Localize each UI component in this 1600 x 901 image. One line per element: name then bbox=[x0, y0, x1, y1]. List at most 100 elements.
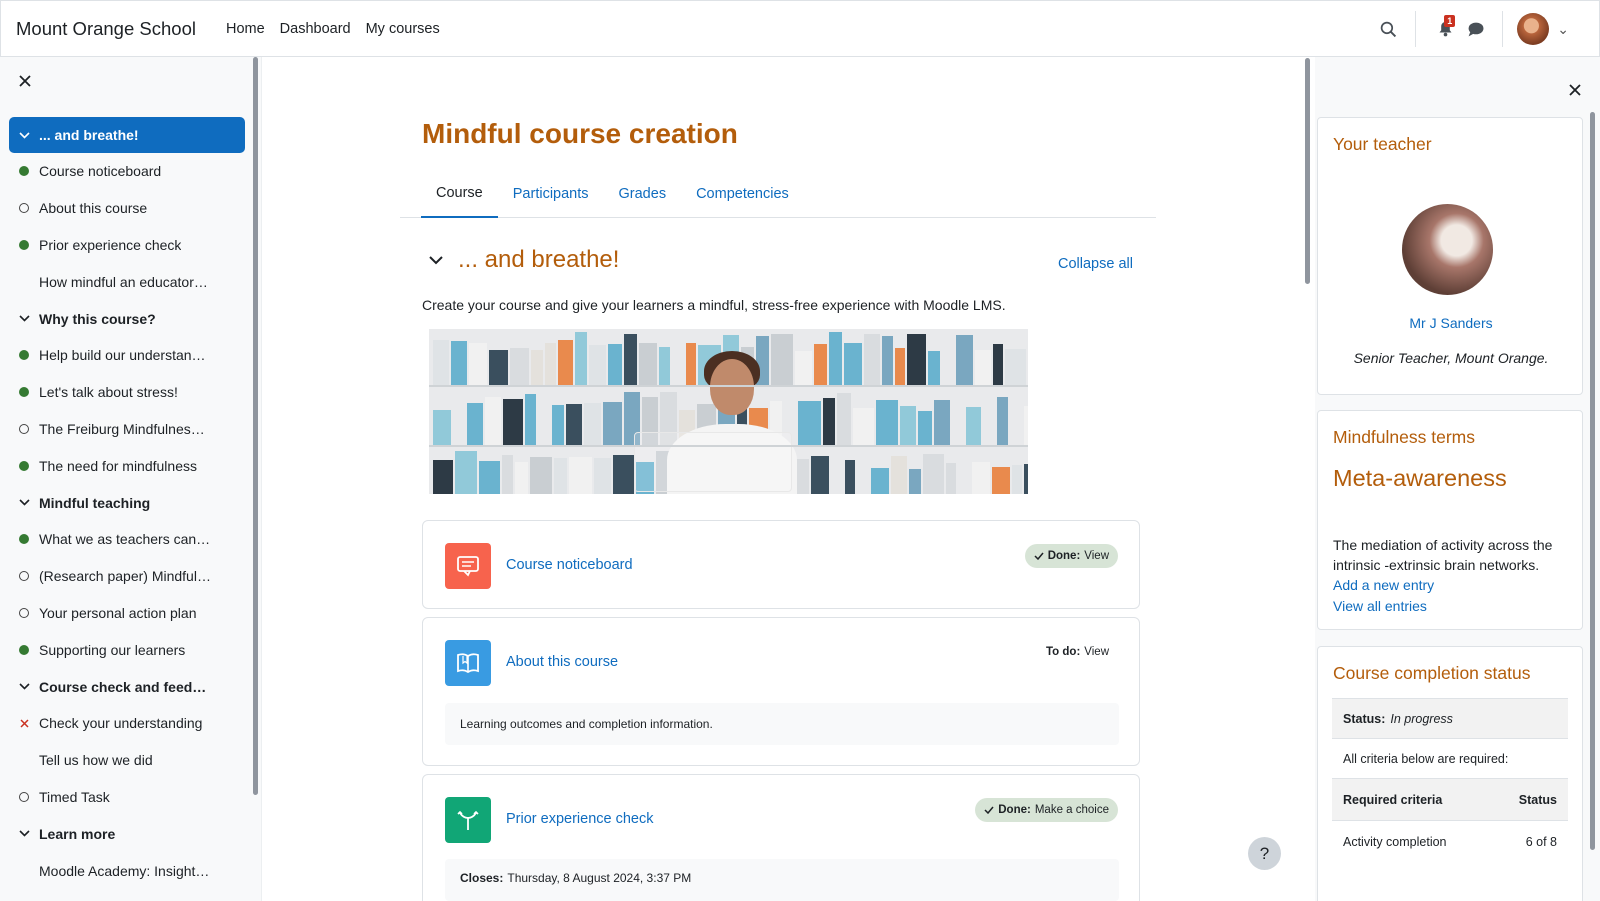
chevron-down-icon[interactable] bbox=[9, 683, 39, 690]
search-button[interactable] bbox=[1373, 14, 1403, 44]
banner-book bbox=[823, 398, 835, 445]
site-name[interactable]: Mount Orange School bbox=[16, 18, 196, 40]
completion-status-badge[interactable]: To do: View bbox=[1037, 640, 1118, 664]
chevron-down-icon[interactable] bbox=[9, 315, 39, 322]
messages-button[interactable] bbox=[1460, 14, 1490, 44]
noticeboard-activity-icon[interactable] bbox=[445, 543, 491, 589]
banner-book bbox=[975, 350, 991, 385]
completion-status-badge[interactable]: Done: Make a choice bbox=[975, 798, 1118, 822]
book-activity-icon[interactable] bbox=[445, 640, 491, 686]
course-index-item[interactable]: Moodle Academy: Insight… bbox=[9, 852, 245, 889]
banner-book bbox=[545, 343, 556, 385]
section-title[interactable]: ... and breathe! bbox=[458, 246, 619, 274]
page-title: Mindful course creation bbox=[422, 118, 738, 149]
banner-book bbox=[907, 334, 926, 385]
criteria-status: 6 of 8 bbox=[1525, 834, 1557, 849]
chevron-down-icon[interactable] bbox=[9, 131, 39, 139]
course-index-item[interactable]: (Research paper) Mindful… bbox=[9, 558, 245, 595]
activity-dates: Closes: Thursday, 8 August 2024, 3:37 PM bbox=[445, 859, 1119, 901]
course-index-scrollbar[interactable] bbox=[253, 57, 258, 795]
close-course-index-button[interactable] bbox=[17, 73, 33, 89]
course-index-item[interactable]: Prior experience check bbox=[9, 227, 245, 264]
course-index-label: Moodle Academy: Insight… bbox=[39, 862, 210, 879]
user-avatar[interactable] bbox=[1517, 13, 1550, 45]
banner-book bbox=[966, 407, 981, 445]
incomplete-circle-icon bbox=[9, 203, 39, 214]
banner-book bbox=[624, 334, 637, 385]
view-all-entries-link[interactable]: View all entries bbox=[1333, 598, 1427, 614]
section-summary: Create your course and give your learner… bbox=[422, 297, 1006, 313]
block-drawer-scrollbar[interactable] bbox=[1590, 112, 1595, 850]
chevron-down-icon[interactable] bbox=[9, 830, 39, 837]
activity-card: About this course To do: View Learning o… bbox=[422, 617, 1140, 766]
banner-book bbox=[469, 343, 487, 385]
help-button[interactable]: ? bbox=[1248, 837, 1281, 870]
banner-book bbox=[1024, 464, 1028, 494]
course-index-label: Let's talk about stress! bbox=[39, 384, 178, 401]
tab-grades[interactable]: Grades bbox=[604, 170, 682, 218]
course-index-section[interactable]: ... and breathe! bbox=[9, 117, 245, 153]
course-index-item[interactable]: The need for mindfulness bbox=[9, 447, 245, 484]
banner-book bbox=[608, 344, 622, 385]
course-index-label: Course noticeboard bbox=[39, 163, 162, 180]
banner-book bbox=[451, 341, 467, 385]
tab-competencies[interactable]: Competencies bbox=[681, 170, 804, 218]
notifications-button[interactable]: 1 bbox=[1430, 14, 1460, 44]
course-index-section[interactable]: Course check and feed… bbox=[9, 668, 245, 705]
glossary-definition: The mediation of activity across the int… bbox=[1333, 537, 1553, 573]
course-index-label: The need for mindfulness bbox=[39, 457, 197, 474]
course-index-item[interactable]: The Freiburg Mindfulnes… bbox=[9, 411, 245, 448]
tab-course[interactable]: Course bbox=[421, 170, 498, 218]
close-icon bbox=[19, 75, 31, 87]
banner-book bbox=[531, 350, 543, 385]
activity-link-course-noticeboard[interactable]: Course noticeboard bbox=[506, 557, 633, 573]
criteria-table-header: Required criteria Status bbox=[1332, 778, 1568, 820]
course-index-item[interactable]: Tell us how we did bbox=[9, 742, 245, 779]
course-index-label: Tell us how we did bbox=[39, 752, 153, 769]
main-scrollbar[interactable] bbox=[1305, 58, 1310, 284]
nav-home[interactable]: Home bbox=[226, 21, 265, 37]
completion-status-badge[interactable]: Done: View bbox=[1024, 544, 1118, 568]
course-index-item[interactable]: Check your understanding bbox=[9, 705, 245, 742]
nav-my-courses[interactable]: My courses bbox=[366, 21, 440, 37]
search-icon bbox=[1380, 21, 1396, 37]
banner-laptop bbox=[634, 432, 792, 492]
banner-book bbox=[594, 458, 611, 494]
primary-navigation: Home Dashboard My courses bbox=[226, 21, 440, 37]
collapse-all-link[interactable]: Collapse all bbox=[1058, 256, 1133, 272]
course-index-section[interactable]: Why this course? bbox=[9, 300, 245, 337]
chevron-down-icon[interactable]: ⌄ bbox=[1557, 21, 1569, 38]
course-index-item[interactable]: How mindful an educator… bbox=[9, 263, 245, 300]
banner-book bbox=[814, 344, 827, 385]
chevron-down-icon[interactable] bbox=[428, 255, 444, 265]
banner-book bbox=[575, 332, 587, 385]
tab-participants[interactable]: Participants bbox=[498, 170, 604, 218]
course-index-item[interactable]: Help build our understan… bbox=[9, 337, 245, 374]
chevron-down-icon[interactable] bbox=[9, 499, 39, 506]
choice-activity-icon[interactable] bbox=[445, 797, 491, 843]
add-entry-link[interactable]: Add a new entry bbox=[1333, 577, 1434, 593]
course-index-item[interactable]: Course noticeboard bbox=[9, 153, 245, 190]
banner-book bbox=[433, 340, 449, 385]
activity-link-about-this-course[interactable]: About this course bbox=[506, 654, 618, 670]
close-block-drawer-button[interactable] bbox=[1567, 82, 1583, 98]
course-index-label: Help build our understan… bbox=[39, 347, 206, 364]
nav-dashboard[interactable]: Dashboard bbox=[280, 21, 351, 37]
course-index-section[interactable]: Learn more bbox=[9, 815, 245, 852]
banner-book bbox=[686, 343, 696, 385]
course-index-section[interactable]: Mindful teaching bbox=[9, 484, 245, 521]
course-index-item[interactable]: What we as teachers can… bbox=[9, 521, 245, 558]
course-index-item[interactable]: Your personal action plan bbox=[9, 595, 245, 632]
course-index-item[interactable]: Supporting our learners bbox=[9, 631, 245, 668]
completion-label: Done: bbox=[1047, 550, 1081, 562]
banner-book bbox=[853, 408, 874, 445]
course-index-item[interactable]: About this course bbox=[9, 190, 245, 227]
activity-description: Learning outcomes and completion informa… bbox=[445, 703, 1119, 745]
banner-person-face bbox=[710, 359, 754, 415]
activity-link-prior-experience-check[interactable]: Prior experience check bbox=[506, 811, 654, 827]
activity-card: Course noticeboard Done: View bbox=[422, 520, 1140, 609]
teacher-name-link[interactable]: Mr J Sanders bbox=[1318, 315, 1584, 331]
banner-book bbox=[639, 343, 657, 385]
course-index-item[interactable]: Let's talk about stress! bbox=[9, 374, 245, 411]
course-index-item[interactable]: Timed Task bbox=[9, 779, 245, 816]
